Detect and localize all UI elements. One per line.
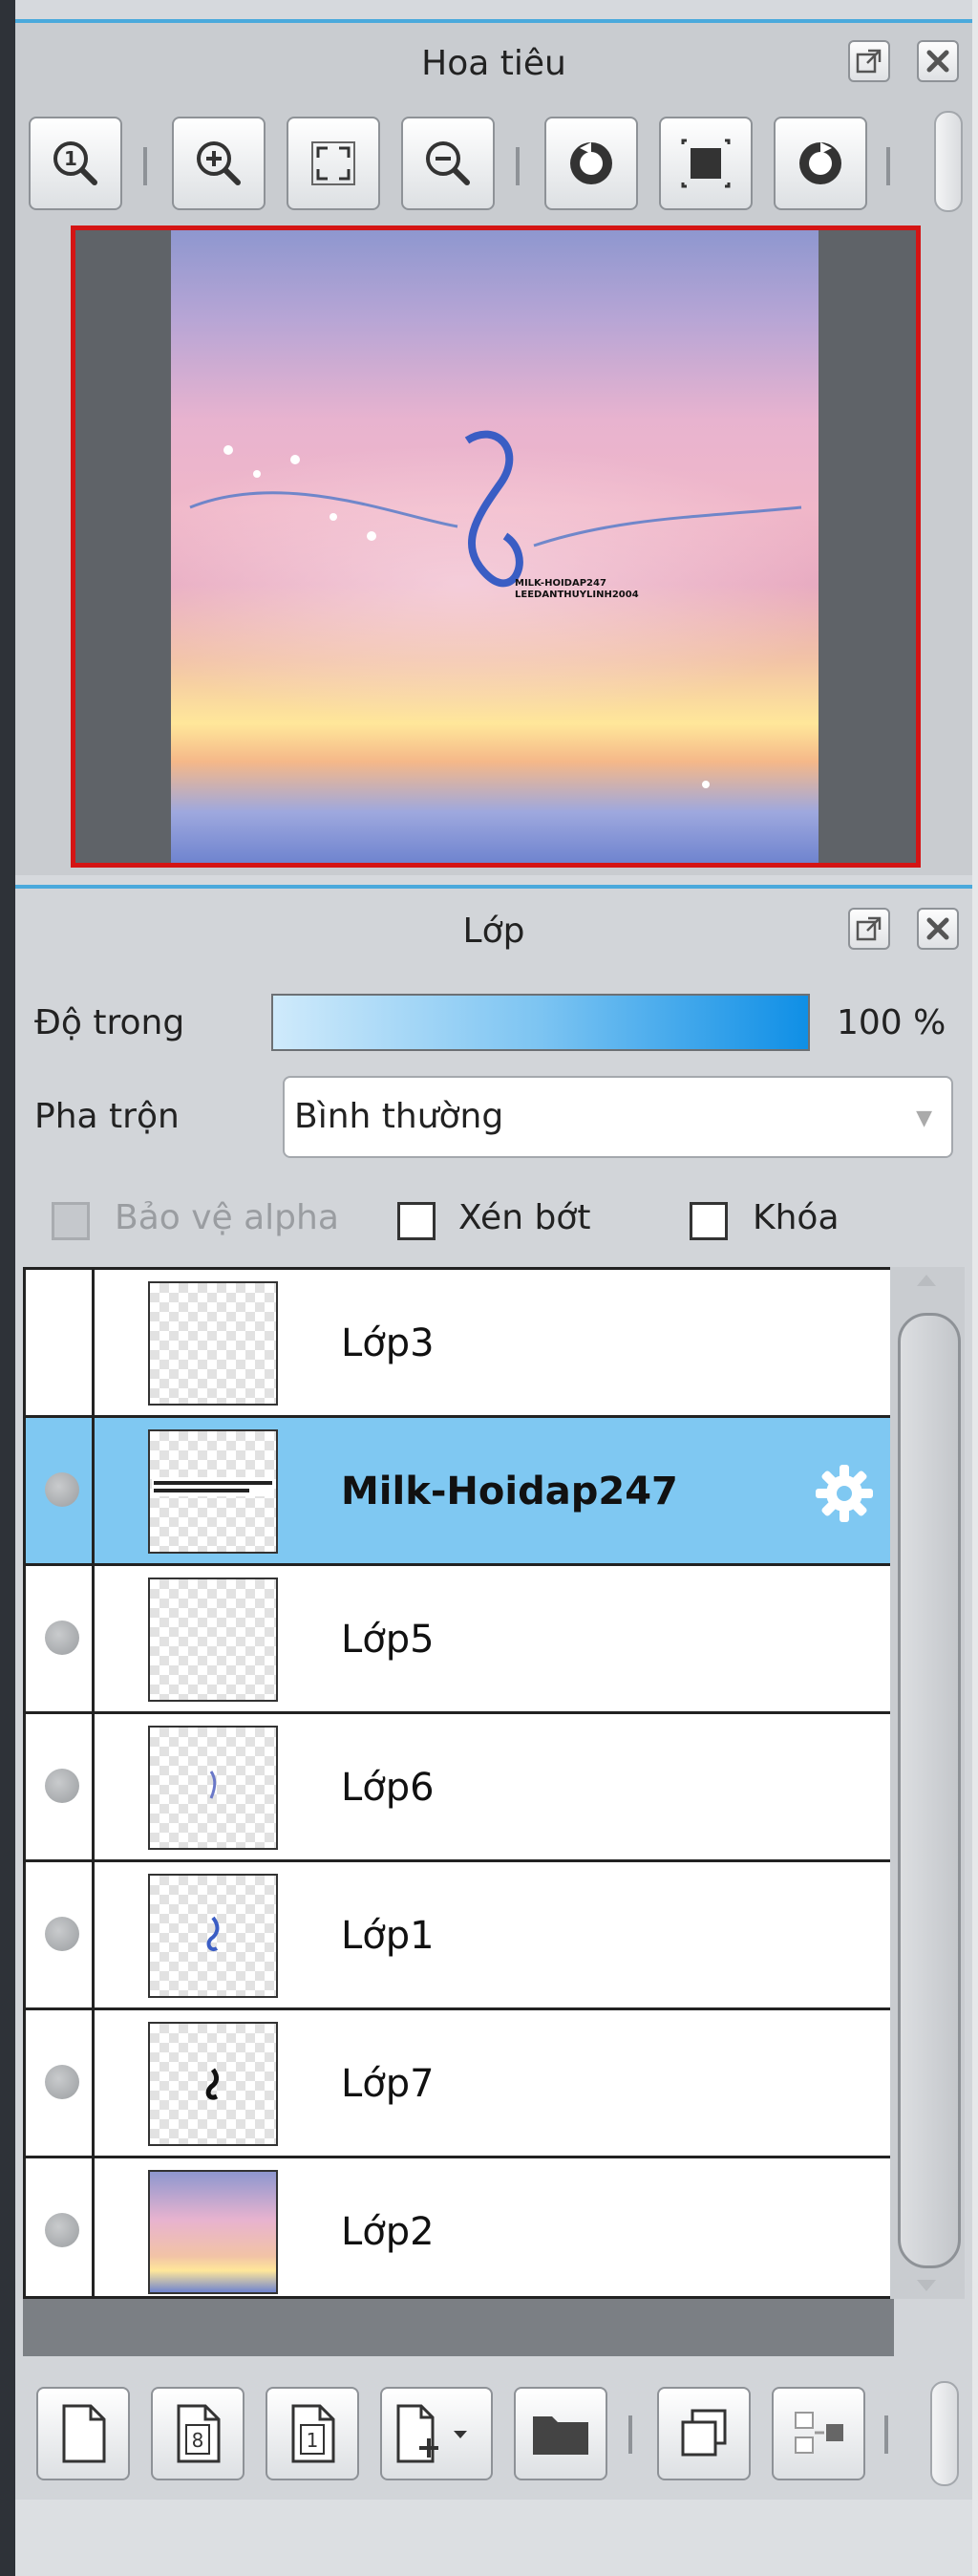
layer-panel-title: Lớp — [462, 912, 525, 951]
clipping-label: Xén bớt — [458, 1198, 591, 1237]
duplicate-layer-icon[interactable] — [657, 2387, 751, 2480]
svg-text:1: 1 — [64, 147, 77, 170]
layer-row[interactable]: Milk-Hoidap247 — [26, 1418, 891, 1566]
close-icon[interactable] — [917, 40, 959, 82]
chevron-down-icon: ▼ — [916, 1106, 932, 1130]
layer-name: Milk-Hoidap247 — [341, 1470, 678, 1513]
toolbar-separator — [884, 2415, 888, 2454]
svg-text:8: 8 — [192, 2429, 204, 2452]
popout-icon[interactable] — [848, 908, 890, 950]
visibility-toggle[interactable] — [26, 1566, 95, 1711]
blend-label: Pha trộn — [34, 1097, 180, 1136]
eye-dot-icon — [45, 2065, 79, 2099]
protect-alpha-checkbox[interactable] — [52, 1202, 90, 1240]
eye-dot-icon — [45, 1621, 79, 1655]
opacity-label: Độ trong — [34, 1003, 185, 1042]
eye-dot-icon — [45, 1769, 79, 1803]
layer-name: Lớp6 — [341, 1766, 435, 1810]
toolbar-separator — [143, 147, 147, 185]
visibility-toggle[interactable] — [26, 1714, 95, 1859]
close-icon[interactable] — [917, 908, 959, 950]
zoom-out-icon[interactable] — [401, 117, 495, 210]
lock-label: Khóa — [753, 1198, 840, 1237]
protect-alpha-label: Bảo vệ alpha — [115, 1198, 339, 1237]
toolbar-separator — [886, 147, 890, 185]
status-strip — [15, 2500, 972, 2576]
new-layer-1bit-icon[interactable]: 1 — [266, 2387, 359, 2480]
rotate-right-icon[interactable] — [774, 117, 867, 210]
window-frame-left — [0, 0, 15, 2576]
window-frame-right — [972, 0, 978, 2576]
popout-icon[interactable] — [848, 40, 890, 82]
rotate-left-icon[interactable] — [544, 117, 638, 210]
gear-icon[interactable] — [811, 1460, 878, 1531]
zoom-actual-icon[interactable]: 1 — [29, 117, 122, 210]
blend-mode-value: Bình thường — [294, 1097, 504, 1136]
layer-list: Lớp3 Milk-Hoidap247 Lớp5 Lớp6 Lớp1 Lớp7 … — [23, 1267, 894, 2304]
layer-row[interactable]: Lớp1 — [26, 1862, 891, 2010]
scroll-down-icon[interactable] — [917, 2280, 936, 2291]
layer-name: Lớp3 — [341, 1321, 435, 1365]
eye-dot-icon — [45, 1472, 79, 1507]
layer-list-scrollbar-thumb[interactable] — [898, 1313, 961, 2268]
visibility-toggle[interactable] — [26, 2010, 95, 2156]
layer-name: Lớp7 — [341, 2062, 435, 2106]
preview-artwork: MILK-HOIDAP247 LEEDANTHUYLINH2004 — [171, 230, 819, 863]
layer-thumbnail — [148, 1578, 278, 1702]
eye-dot-icon — [45, 2213, 79, 2247]
toolbar-separator — [516, 147, 520, 185]
layer-row[interactable]: Lớp7 — [26, 2010, 891, 2158]
clipping-checkbox[interactable] — [397, 1202, 436, 1240]
opacity-value: 100 % — [837, 1003, 946, 1042]
new-folder-icon[interactable] — [514, 2387, 607, 2480]
toolbar-scrollbar[interactable] — [934, 111, 963, 212]
layer-thumbnail — [148, 1874, 278, 1998]
layer-name: Lớp1 — [341, 1914, 435, 1958]
visibility-toggle[interactable] — [26, 1418, 95, 1563]
svg-text:1: 1 — [307, 2429, 319, 2452]
visibility-toggle[interactable] — [26, 2158, 95, 2304]
blend-mode-select[interactable]: Bình thường ▼ — [283, 1076, 953, 1158]
fit-window-icon[interactable] — [287, 117, 380, 210]
layer-name: Lớp2 — [341, 2210, 435, 2254]
layer-name: Lớp5 — [341, 1618, 435, 1662]
navigator-panel: Hoa tiêu 1 MILK-HOIDAP247 LEEDANTHUYLINH… — [15, 19, 972, 875]
visibility-toggle[interactable] — [26, 1270, 95, 1415]
preview-text-1: MILK-HOIDAP247 — [515, 578, 606, 589]
layer-thumbnail — [148, 1281, 278, 1406]
layer-row[interactable]: Lớp6 — [26, 1714, 891, 1862]
layer-thumbnail — [148, 2022, 278, 2146]
layer-panel: Lớp Độ trong 100 % Pha trộn Bình thường … — [15, 885, 972, 2503]
layer-row[interactable]: Lớp3 — [26, 1270, 891, 1418]
visibility-toggle[interactable] — [26, 1862, 95, 2007]
canvas-preview[interactable]: MILK-HOIDAP247 LEEDANTHUYLINH2004 — [71, 225, 921, 868]
layer-row[interactable]: Lớp2 — [26, 2158, 891, 2307]
layer-list-empty-area — [23, 2299, 894, 2356]
layer-thumbnail — [148, 1429, 278, 1554]
new-layer-8bit-icon[interactable]: 8 — [151, 2387, 244, 2480]
merge-layer-icon[interactable] — [772, 2387, 865, 2480]
zoom-in-icon[interactable] — [172, 117, 266, 210]
lock-checkbox[interactable] — [690, 1202, 728, 1240]
add-layer-dropdown-icon[interactable] — [380, 2387, 493, 2480]
layer-thumbnail — [148, 1726, 278, 1850]
eye-dot-icon — [45, 1917, 79, 1951]
toolbar-separator — [628, 2415, 632, 2454]
scroll-up-icon[interactable] — [917, 1275, 936, 1286]
opacity-slider[interactable] — [271, 994, 810, 1051]
layer-row[interactable]: Lớp5 — [26, 1566, 891, 1714]
new-layer-icon[interactable] — [36, 2387, 130, 2480]
navigator-title: Hoa tiêu — [421, 44, 566, 83]
reset-view-icon[interactable] — [659, 117, 753, 210]
layer-thumbnail — [148, 2170, 278, 2294]
toolbar-scrollbar[interactable] — [930, 2381, 959, 2486]
preview-text-2: LEEDANTHUYLINH2004 — [515, 590, 639, 600]
